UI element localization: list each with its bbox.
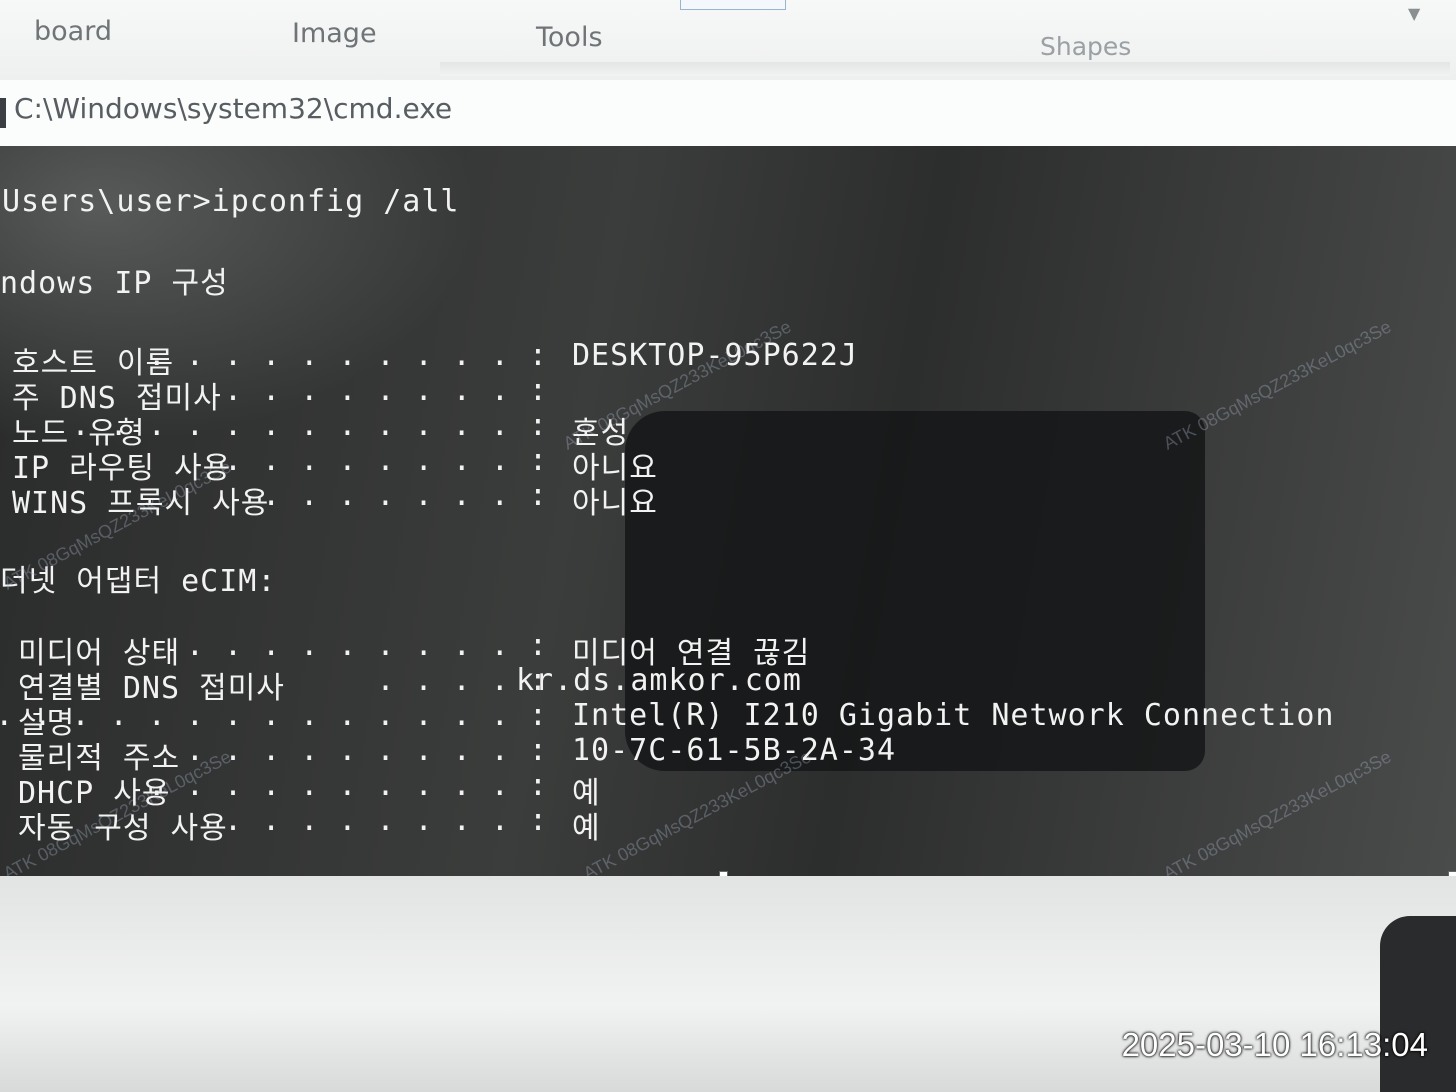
photo-timestamp: 2025-03-10 16:13:04	[1121, 1026, 1428, 1063]
cmd-title-bar[interactable]: C:\Windows\system32\cmd.exe	[0, 80, 1456, 146]
config-leader-dots: . . . . . . . . . . . . :	[52, 408, 548, 443]
tab-image[interactable]: Image	[292, 18, 377, 49]
config-leader-dots: . . . . . . . . :	[204, 373, 548, 408]
ribbon-selection-box[interactable]	[680, 0, 786, 10]
config-leader-dots: . . . . . . . . . . . . . . :	[0, 698, 548, 733]
tab-tools[interactable]: Tools	[536, 22, 603, 53]
config-leader-dots: . . . . . . . . . :	[166, 733, 548, 768]
chevron-down-icon[interactable]: ▼	[1408, 4, 1420, 23]
config-value: DESKTOP-95P622J	[572, 338, 858, 373]
config-value: 예	[572, 811, 601, 846]
config-value: 10-7C-61-5B-2A-34	[572, 733, 897, 768]
config-value: 아니요	[572, 486, 658, 521]
config-leader-dots: . . . . . . . . . . :	[128, 768, 548, 803]
config-leader-dots: . . . . . . . . . :	[166, 628, 548, 663]
console-heading: ndows IP 구성	[0, 266, 229, 301]
cmd-icon	[0, 98, 6, 128]
window-title: C:\Windows\system32\cmd.exe	[14, 92, 453, 125]
paint-ribbon: board Image Tools Shapes ▼	[0, 0, 1456, 80]
config-label: 자동 구성 사용	[18, 811, 228, 846]
config-leader-dots: . . . . . . . . :	[223, 443, 548, 478]
ribbon-divider	[440, 62, 1450, 76]
config-leader-dots: . . . . . . . :	[262, 478, 548, 513]
tab-clipboard[interactable]: board	[34, 16, 112, 47]
config-label: WINS 프록시 사용	[12, 486, 270, 521]
shadow-reflection	[1380, 916, 1456, 1092]
config-value: Intel(R) I210 Gigabit Network Connection	[572, 698, 1335, 733]
console-command: Users\user>ipconfig /all	[2, 184, 460, 219]
config-leader-dots: . . . . . . . . :	[223, 803, 548, 838]
config-leader-dots: . . . . . . . . . . :	[128, 338, 548, 373]
tab-shapes[interactable]: Shapes	[1040, 32, 1131, 61]
config-value: kr.ds.amkor.com	[516, 663, 802, 698]
console-output[interactable]: Users\user>ipconfig /all ndows IP 구성 더넷 …	[0, 146, 1456, 876]
watermark: ATK 08GqMsQZ233KeL0qc3Se	[1160, 316, 1395, 454]
